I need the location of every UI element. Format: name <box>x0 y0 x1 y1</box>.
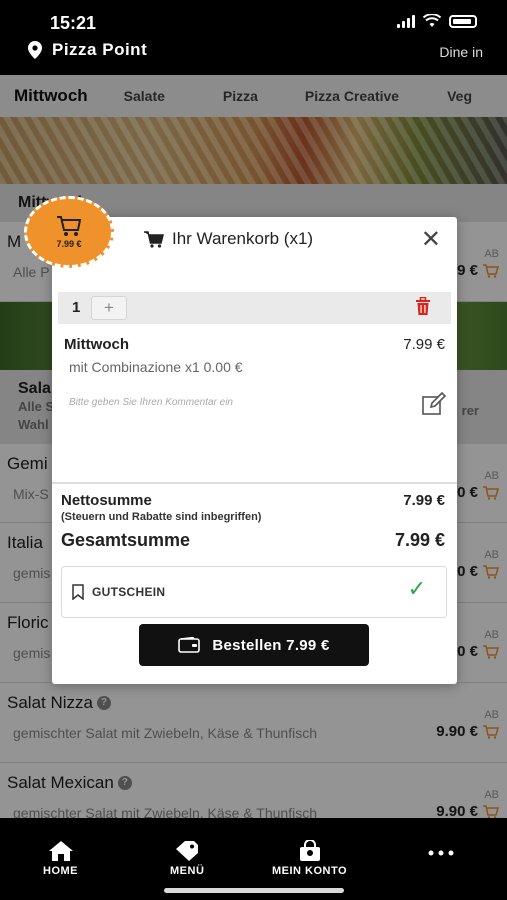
net-total-label: Nettosumme <box>61 492 152 509</box>
close-icon[interactable]: ✕ <box>421 225 441 254</box>
nav-home[interactable]: HOME <box>43 840 78 877</box>
voucher-label-row: GUTSCHEIN <box>72 584 165 600</box>
edit-icon[interactable] <box>421 392 447 416</box>
nav-more[interactable] <box>428 850 454 859</box>
order-button-label: Bestellen 7.99 € <box>212 636 330 654</box>
location-pin-icon <box>28 41 42 59</box>
top-bar: 15:21 Pizza Point Dine in <box>0 0 507 75</box>
order-button[interactable]: Bestellen 7.99 € <box>139 624 369 666</box>
nav-home-label: HOME <box>43 865 78 877</box>
cart-badge-price: 7.99 € <box>56 239 82 249</box>
battery-icon <box>449 14 477 28</box>
divider <box>52 482 457 484</box>
bookmark-icon <box>72 584 84 600</box>
quantity-bar: 1 + <box>58 292 451 324</box>
home-icon <box>48 841 73 861</box>
store-name: Pizza Point <box>52 40 148 59</box>
tag-icon <box>176 841 199 861</box>
trash-icon[interactable] <box>415 297 431 316</box>
nav-account[interactable]: MEIN KONTO <box>272 840 347 877</box>
tax-note: (Steuern und Rabatte sind inbegriffen) <box>61 511 262 523</box>
floating-cart-button[interactable]: 7.99 € <box>24 196 114 268</box>
grand-total-label: Gesamtsumme <box>61 530 191 550</box>
more-icon <box>428 850 454 856</box>
nav-account-label: MEIN KONTO <box>272 865 348 877</box>
quantity-value: 1 <box>72 299 81 316</box>
modal-title: Ihr Warenkorb (x1) <box>144 229 313 249</box>
quantity-increase-button[interactable]: + <box>91 296 127 320</box>
voucher-field[interactable]: GUTSCHEIN ✓ <box>61 566 447 618</box>
grand-total-value: 7.99 € <box>394 530 445 550</box>
cart-line-option: mit Combinazione x1 0.00 € <box>69 359 243 375</box>
cart-line-price: 7.99 € <box>403 336 445 353</box>
modal-title-text: Ihr Warenkorb (x1) <box>172 229 314 248</box>
dine-in-mode[interactable]: Dine in <box>439 44 483 60</box>
nav-menu-label: MENÜ <box>170 865 205 877</box>
wifi-icon <box>423 14 441 27</box>
checkmark-icon[interactable]: ✓ <box>408 576 426 602</box>
bottom-navigation: HOME MENÜ MEIN KONTO <box>0 818 507 900</box>
cart-icon <box>57 216 82 236</box>
status-icons <box>397 14 477 28</box>
status-time: 15:21 <box>50 13 97 33</box>
comment-input[interactable]: Bitte geben Sie Ihren Kommentar ein <box>69 397 233 408</box>
cart-line-name: Mittwoch <box>64 336 129 353</box>
wallet-icon <box>178 637 201 653</box>
home-indicator <box>164 888 344 893</box>
net-total-value: 7.99 € <box>403 492 445 509</box>
cart-modal: Ihr Warenkorb (x1) ✕ 1 + Mittwoch 7.99 €… <box>52 217 457 684</box>
cart-icon <box>144 230 164 248</box>
cellular-signal-icon <box>397 14 415 28</box>
shopping-bag-icon <box>299 840 320 861</box>
voucher-label: GUTSCHEIN <box>92 585 166 599</box>
store-selector[interactable]: Pizza Point <box>28 40 147 60</box>
nav-menu[interactable]: MENÜ <box>170 840 204 877</box>
